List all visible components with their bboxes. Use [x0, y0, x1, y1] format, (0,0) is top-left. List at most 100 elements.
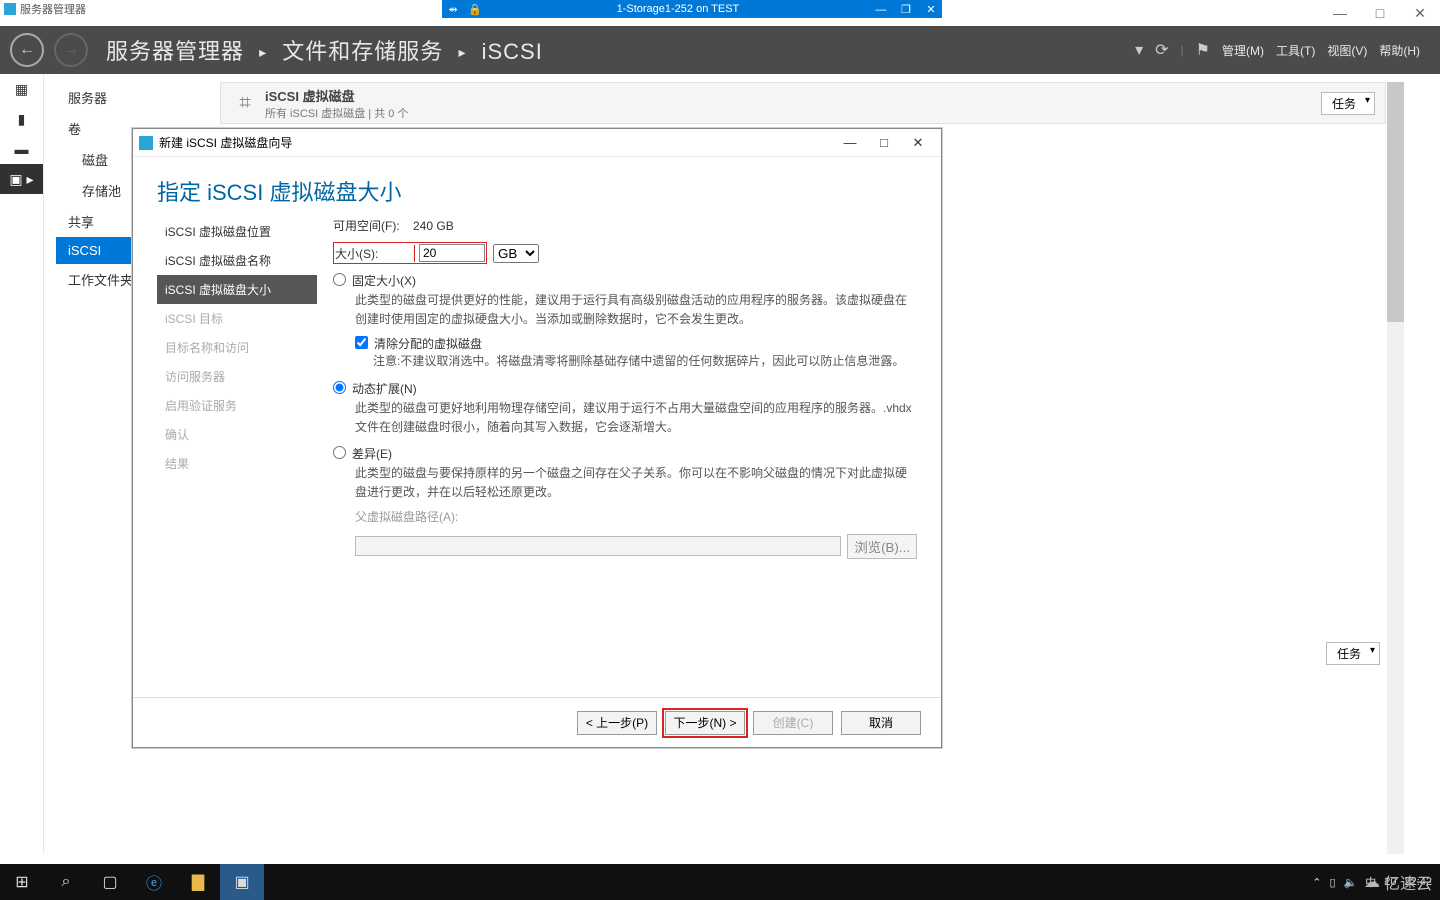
wizard-min-button[interactable]: — — [833, 135, 867, 151]
menu-help[interactable]: 帮助(H) — [1379, 42, 1420, 59]
step-location[interactable]: iSCSI 虚拟磁盘位置 — [157, 217, 317, 246]
wizard-title-text: 新建 iSCSI 虚拟磁盘向导 — [159, 134, 292, 151]
vm-min-button[interactable]: — — [870, 4, 892, 16]
outer-close-button[interactable]: ✕ — [1400, 5, 1440, 22]
parent-label: 父虚拟磁盘路径(A): — [355, 508, 917, 527]
size-unit-select[interactable]: GB — [493, 244, 539, 263]
next-button[interactable]: 下一步(N) > — [665, 711, 745, 735]
step-size[interactable]: iSCSI 虚拟磁盘大小 — [157, 275, 317, 304]
vm-title: 1-Storage1-252 on TEST — [486, 3, 870, 15]
dropdown-indicator[interactable]: ▾ — [1135, 40, 1143, 60]
browse-button: 浏览(B)... — [847, 534, 917, 559]
outer-max-button[interactable]: □ — [1360, 5, 1400, 21]
tool-storage-icon[interactable]: ▣ ▸ — [0, 164, 43, 194]
wizard-footer: < 上一步(P) 下一步(N) > 创建(C) 取消 — [133, 697, 941, 747]
panel-header: ⌗ iSCSI 虚拟磁盘 所有 iSCSI 虚拟磁盘 | 共 0 个 任务 — [220, 82, 1386, 124]
lock-icon: 🔒 — [464, 3, 486, 16]
parent-path-input — [355, 536, 841, 556]
wizard-max-button[interactable]: □ — [867, 135, 901, 151]
menu-manage[interactable]: 管理(M) — [1222, 42, 1264, 59]
cloud-icon: ☁ — [1364, 872, 1380, 892]
step-name[interactable]: iSCSI 虚拟磁盘名称 — [157, 246, 317, 275]
tool-dashboard-icon[interactable]: ▦ — [0, 74, 43, 104]
breadcrumb: 服务器管理器 ▸ 文件和存储服务 ▸ iSCSI — [106, 34, 543, 66]
tray-sound-icon[interactable]: 🔈 — [1344, 876, 1358, 889]
flag-icon[interactable]: ⚑ — [1196, 40, 1210, 60]
scrollbar-thumb[interactable] — [1387, 82, 1404, 322]
taskbar: ⊞ ⌕ ▢ ⓔ ▇ ▣ ⌃ ▯ 🔈 中 20 22:42 — [0, 864, 1440, 900]
vm-close-button[interactable]: ✕ — [920, 3, 942, 16]
refresh-icon[interactable]: ⟳ — [1155, 40, 1168, 60]
header-bar: ← → 服务器管理器 ▸ 文件和存储服务 ▸ iSCSI ▾ ⟳ | ⚑ 管理(… — [0, 26, 1440, 74]
clear-note: 注意:不建议取消选中。将磁盘清零将删除基础存储中遗留的任何数据碎片，因此可以防止… — [373, 352, 917, 371]
disk-icon: ⌗ — [231, 89, 259, 117]
diff-desc: 此类型的磁盘与要保持原样的另一个磁盘之间存在父子关系。你可以在不影响父磁盘的情况… — [355, 464, 917, 502]
radio-fixed[interactable] — [333, 273, 346, 286]
wizard-steps: iSCSI 虚拟磁盘位置 iSCSI 虚拟磁盘名称 iSCSI 虚拟磁盘大小 i… — [157, 217, 317, 697]
dyn-label: 动态扩展(N) — [352, 382, 417, 396]
explorer-icon[interactable]: ▇ — [176, 864, 220, 900]
crumb-section[interactable]: 文件和存储服务 — [282, 39, 443, 64]
outer-min-button[interactable]: — — [1320, 5, 1360, 21]
size-label: 大小(S): — [335, 245, 415, 262]
search-icon[interactable]: ⌕ — [44, 864, 88, 900]
step-confirm: 确认 — [157, 420, 317, 449]
wizard-titlebar[interactable]: 新建 iSCSI 虚拟磁盘向导 — □ ✕ — [133, 129, 941, 157]
checkbox-clear[interactable] — [355, 336, 368, 349]
outer-window-controls: — □ ✕ — [1320, 0, 1440, 26]
prev-button[interactable]: < 上一步(P) — [577, 711, 657, 735]
tasks-dropdown[interactable]: 任务 — [1321, 92, 1375, 115]
radio-dynamic[interactable] — [333, 381, 346, 394]
wizard-dialog: 新建 iSCSI 虚拟磁盘向导 — □ ✕ 指定 iSCSI 虚拟磁盘大小 iS… — [132, 128, 942, 748]
menu-tools[interactable]: 工具(T) — [1276, 42, 1315, 59]
ie-icon[interactable]: ⓔ — [132, 864, 176, 900]
app-titlebar: 服务器管理器 — [0, 0, 86, 18]
panel-title: iSCSI 虚拟磁盘 — [265, 86, 408, 105]
size-input[interactable] — [419, 244, 485, 262]
fixed-label: 固定大小(X) — [352, 274, 416, 288]
step-result: 结果 — [157, 449, 317, 478]
watermark: ☁ 亿速云 — [1364, 870, 1432, 894]
step-target-name: 目标名称和访问 — [157, 333, 317, 362]
chevron-right-icon: ▸ — [458, 44, 466, 60]
tray-network-icon[interactable]: ▯ — [1329, 876, 1335, 889]
server-manager-taskbar-icon[interactable]: ▣ — [220, 864, 264, 900]
tool-local-icon[interactable]: ▮ — [0, 104, 43, 134]
fixed-desc: 此类型的磁盘可提供更好的性能，建议用于运行具有高级别磁盘活动的应用程序的服务器。… — [355, 291, 917, 329]
vm-restore-button[interactable]: ❐ — [895, 3, 917, 16]
nav-server[interactable]: 服务器 — [56, 82, 204, 113]
forward-button[interactable]: → — [54, 33, 88, 67]
dyn-desc: 此类型的磁盘可更好地利用物理存储空间，建议用于运行不占用大量磁盘空间的应用程序的… — [355, 399, 917, 437]
pin-icon[interactable]: ⇴ — [442, 3, 464, 16]
crumb-root[interactable]: 服务器管理器 — [106, 39, 244, 64]
tool-all-icon[interactable]: ▬ — [0, 134, 43, 164]
tasks-dropdown-lower[interactable]: 任务 — [1326, 642, 1380, 665]
step-target: iSCSI 目标 — [157, 304, 317, 333]
menu-view[interactable]: 视图(V) — [1327, 42, 1367, 59]
step-auth: 启用验证服务 — [157, 391, 317, 420]
diff-label: 差异(E) — [352, 447, 392, 461]
back-button[interactable]: ← — [10, 33, 44, 67]
crumb-page[interactable]: iSCSI — [482, 39, 543, 64]
scrollbar[interactable] — [1387, 82, 1404, 854]
chevron-right-icon: ▸ — [259, 44, 267, 60]
wizard-close-button[interactable]: ✕ — [901, 135, 935, 151]
wizard-icon — [139, 136, 153, 150]
vm-connection-bar: ⇴ 🔒 1-Storage1-252 on TEST — ❐ ✕ — [442, 0, 942, 18]
panel-subtitle: 所有 iSCSI 虚拟磁盘 | 共 0 个 — [265, 105, 408, 121]
clear-label: 清除分配的虚拟磁盘 — [374, 337, 482, 351]
avail-label: 可用空间(F): — [333, 217, 413, 234]
create-button: 创建(C) — [753, 711, 833, 735]
tray-up-icon[interactable]: ⌃ — [1312, 876, 1321, 889]
radio-diff[interactable] — [333, 446, 346, 459]
wizard-heading: 指定 iSCSI 虚拟磁盘大小 — [133, 157, 941, 217]
app-title-text: 服务器管理器 — [20, 1, 86, 17]
watermark-text: 亿速云 — [1384, 870, 1432, 894]
start-button[interactable]: ⊞ — [0, 864, 44, 900]
taskview-icon[interactable]: ▢ — [88, 864, 132, 900]
left-toolstrip: ▦ ▮ ▬ ▣ ▸ — [0, 74, 44, 854]
wizard-content: 可用空间(F): 240 GB 大小(S): GB 固定大小(X) 此类型的磁盘… — [317, 217, 917, 697]
app-icon — [4, 3, 16, 15]
step-access: 访问服务器 — [157, 362, 317, 391]
cancel-button[interactable]: 取消 — [841, 711, 921, 735]
